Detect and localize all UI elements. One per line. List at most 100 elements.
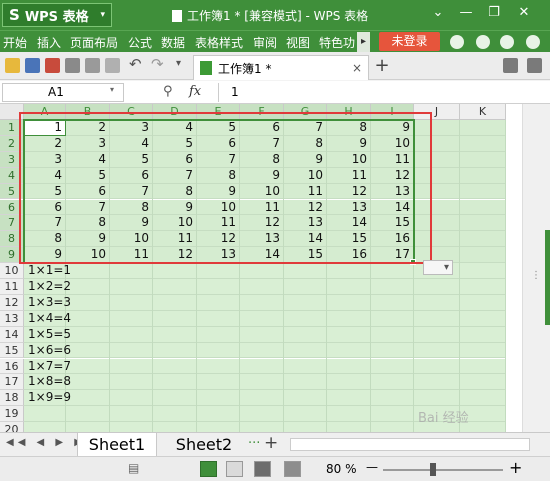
menu-item-table-style[interactable]: 表格样式 xyxy=(195,34,243,51)
save-icon[interactable] xyxy=(25,58,40,73)
customize-toolbar-icon[interactable]: ▾ xyxy=(176,58,181,69)
sheet-tab-sheet1[interactable]: Sheet1 xyxy=(77,433,157,457)
formula-text-cell[interactable]: 1×5=5 xyxy=(28,327,71,343)
row-header[interactable]: 15 xyxy=(0,342,24,359)
sheet-tab-sheet2[interactable]: Sheet2 xyxy=(164,433,244,457)
document-title: 工作簿1 * [兼容模式] - WPS 表格 xyxy=(187,9,369,23)
vertical-scroll-thumb[interactable] xyxy=(545,230,550,325)
row-header[interactable]: 13 xyxy=(0,310,24,327)
find-icon[interactable]: ⚲ xyxy=(163,84,173,99)
row-header[interactable]: 11 xyxy=(0,279,24,295)
column-gridline xyxy=(459,120,460,432)
formula-text-cell[interactable]: 1×8=8 xyxy=(28,374,71,390)
shirt-icon[interactable] xyxy=(500,35,514,49)
minimize-button[interactable]: — xyxy=(456,5,476,20)
spreadsheet-icon xyxy=(200,61,212,75)
menu-bar: 开始 插入 页面布局 公式 数据 表格样式 审阅 视图 特色功 ▸ 未登录 xyxy=(0,30,550,52)
formula-text-cell[interactable]: 1×6=6 xyxy=(28,343,71,359)
menu-item-review[interactable]: 审阅 xyxy=(253,34,277,51)
login-button[interactable]: 未登录 xyxy=(379,32,440,51)
row-header[interactable]: 10 xyxy=(0,263,24,279)
formula-text-cell[interactable]: 1×2=2 xyxy=(28,279,71,295)
table-row xyxy=(24,374,506,391)
row-header[interactable]: 17 xyxy=(0,374,24,391)
title-bar: S WPS 表格 ▾ 工作簿1 * [兼容模式] - WPS 表格 ⌄ — ❐ … xyxy=(0,0,550,30)
sheet-bar: ◀◀ ◀ ▶ ▶▶ Sheet1 Sheet2 ··· + xyxy=(0,432,550,457)
wps-logo-icon: S xyxy=(9,6,20,24)
normal-view-icon[interactable] xyxy=(200,461,217,477)
page-break-view-icon[interactable] xyxy=(226,461,243,477)
zoom-in-button[interactable]: + xyxy=(509,458,522,477)
menu-item-page-layout[interactable]: 页面布局 xyxy=(70,34,118,51)
paste-options-icon[interactable]: ▾ xyxy=(423,260,453,275)
row-header[interactable]: 18 xyxy=(0,390,24,407)
zoom-level[interactable]: 80 % xyxy=(326,462,357,476)
app-menu-button[interactable]: S WPS 表格 ▾ xyxy=(2,3,112,27)
tab-workbook1[interactable]: 工作簿1 * × xyxy=(193,55,369,80)
more-sheets-icon[interactable]: ··· xyxy=(248,436,260,451)
name-box[interactable]: A1 xyxy=(2,83,124,102)
menu-more-arrow[interactable]: ▸ xyxy=(357,32,370,52)
table-row xyxy=(24,390,506,407)
spreadsheet-grid[interactable]: A B C D E F G H I J K 1 2 3 4 5 6 7 8 9 10 11 12 13 14 15 16 17 18 19… xyxy=(0,104,522,432)
tab-list-icon[interactable] xyxy=(503,58,518,73)
export-pdf-icon[interactable] xyxy=(45,58,60,73)
restore-window-icon[interactable] xyxy=(527,58,542,73)
skin-icon[interactable] xyxy=(450,35,464,49)
formula-text-cell[interactable]: 1×1=1 xyxy=(28,263,71,279)
print-preview-icon[interactable] xyxy=(85,58,100,73)
table-row xyxy=(24,279,506,295)
menu-item-view[interactable]: 视图 xyxy=(286,34,310,51)
open-folder-icon[interactable] xyxy=(5,58,20,73)
add-sheet-button[interactable]: + xyxy=(264,433,278,453)
zoom-out-button[interactable]: — xyxy=(366,460,378,474)
tab-label: 工作簿1 * xyxy=(218,61,272,76)
ribbon-collapse-button[interactable]: ⌄ xyxy=(428,5,448,20)
chevron-down-icon: ▾ xyxy=(100,10,105,20)
document-icon xyxy=(172,9,182,22)
row-header[interactable]: 12 xyxy=(0,294,24,311)
table-row xyxy=(24,326,506,343)
formula-text-cell[interactable]: 1×4=4 xyxy=(28,311,71,327)
help-icon[interactable] xyxy=(526,35,540,49)
format-painter-icon[interactable] xyxy=(105,58,120,73)
row-header[interactable]: 20 xyxy=(0,422,24,432)
table-row xyxy=(24,342,506,359)
maximize-button[interactable]: ❐ xyxy=(484,5,504,20)
table-row xyxy=(24,310,506,327)
new-tab-button[interactable]: + xyxy=(372,55,392,76)
menu-item-data[interactable]: 数据 xyxy=(161,34,185,51)
app-name: WPS 表格 xyxy=(24,9,89,25)
horizontal-scrollbar[interactable] xyxy=(290,438,530,451)
watermark: Bai 经验 xyxy=(418,411,469,426)
row-header[interactable]: 14 xyxy=(0,326,24,343)
redo-icon[interactable]: ↷ xyxy=(151,55,164,73)
menu-item-featured[interactable]: 特色功 xyxy=(319,34,356,51)
status-bar: ▤ 80 % — + xyxy=(0,456,550,481)
column-gridline xyxy=(505,120,506,432)
zoom-slider[interactable] xyxy=(383,469,503,471)
menu-item-insert[interactable]: 插入 xyxy=(37,34,61,51)
row-header[interactable]: 19 xyxy=(0,406,24,423)
print-icon[interactable] xyxy=(65,58,80,73)
sync-icon[interactable] xyxy=(476,35,490,49)
reading-layout-icon[interactable] xyxy=(254,461,271,477)
formula-text-cell[interactable]: 1×9=9 xyxy=(28,390,71,406)
name-box-dropdown-icon[interactable]: ▾ xyxy=(110,85,114,94)
zoom-slider-knob[interactable] xyxy=(430,463,436,476)
table-row xyxy=(24,294,506,311)
close-button[interactable]: ✕ xyxy=(514,5,534,20)
undo-icon[interactable]: ↶ xyxy=(129,55,142,73)
row-header[interactable]: 16 xyxy=(0,358,24,375)
scroll-grip-icon: ⋮ xyxy=(531,270,541,281)
formula-text-cell[interactable]: 1×3=3 xyxy=(28,295,71,311)
insert-function-button[interactable]: fx xyxy=(189,84,201,99)
eye-protection-icon[interactable] xyxy=(284,461,301,477)
formula-text-cell[interactable]: 1×7=7 xyxy=(28,359,71,375)
macro-record-icon[interactable]: ▤ xyxy=(128,461,145,477)
close-tab-icon[interactable]: × xyxy=(352,61,362,75)
menu-item-formula[interactable]: 公式 xyxy=(128,34,152,51)
formula-input[interactable]: 1 xyxy=(218,83,548,102)
column-header[interactable]: K xyxy=(460,104,506,120)
menu-item-home[interactable]: 开始 xyxy=(3,34,27,51)
